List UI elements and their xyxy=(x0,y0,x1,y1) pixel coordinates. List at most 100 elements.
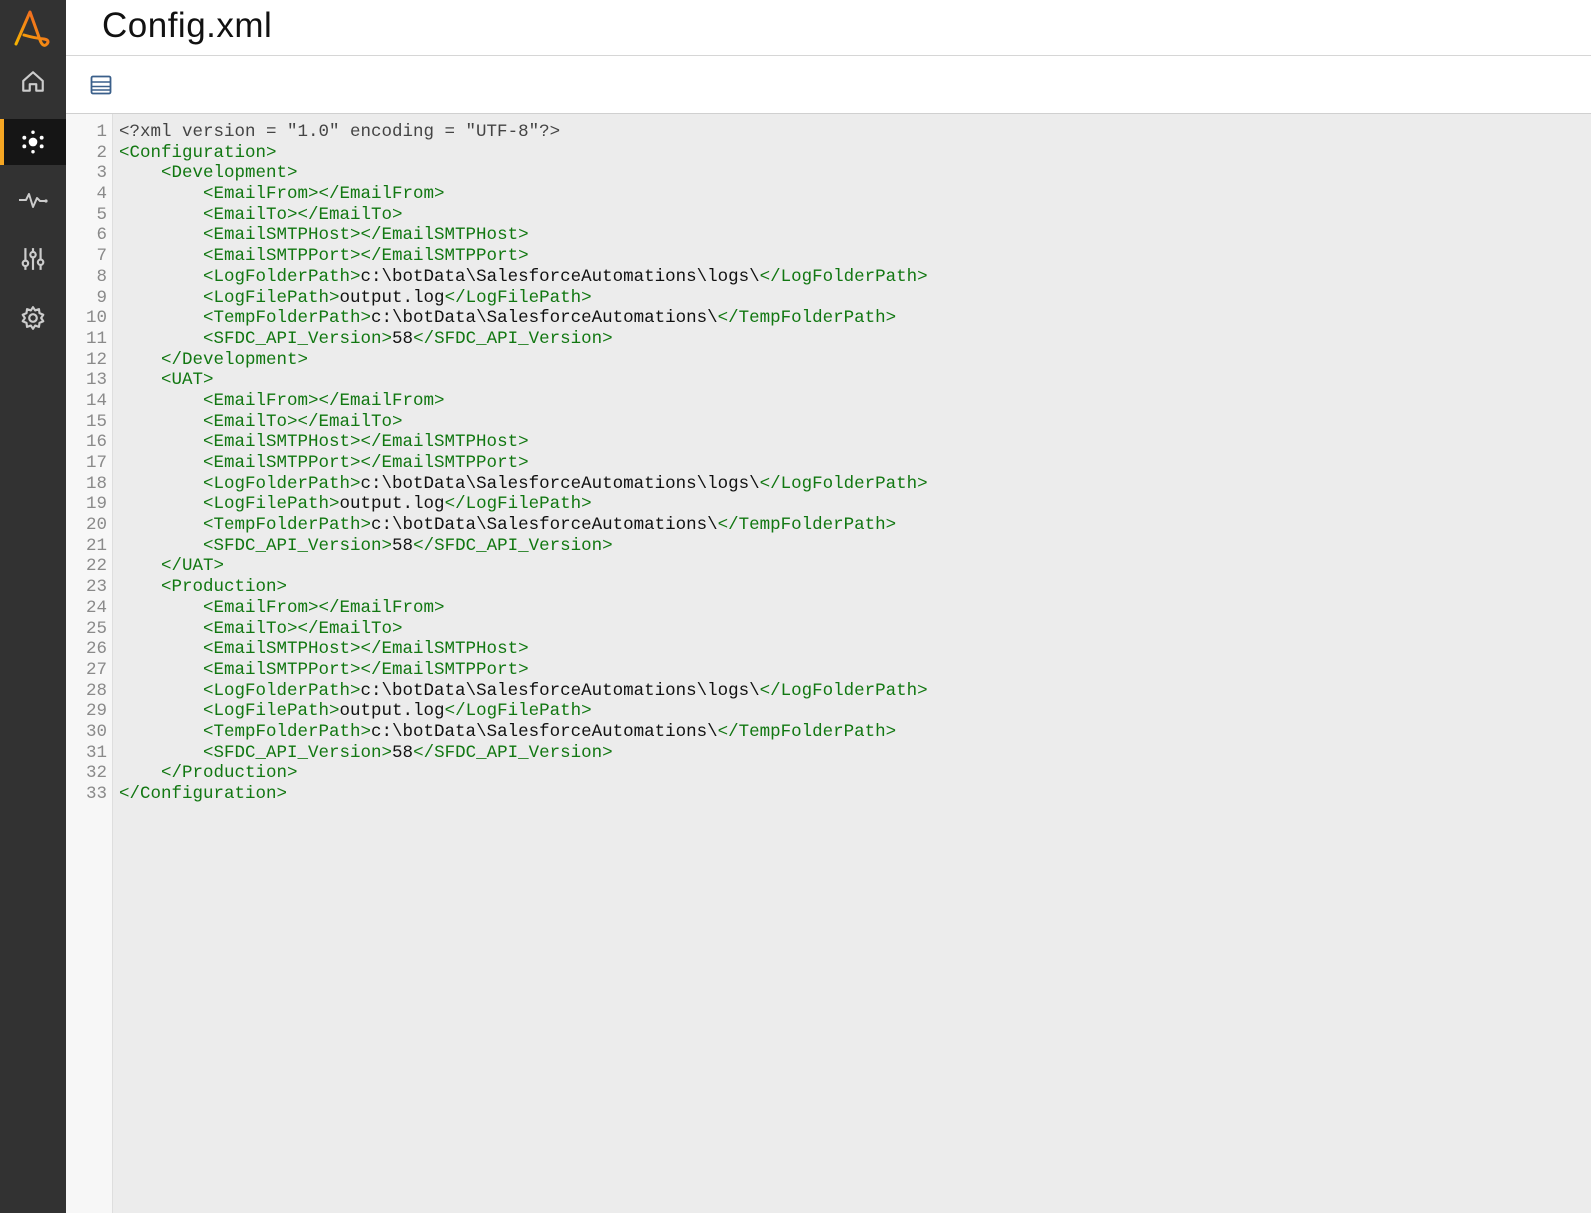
xml-text: c:\botData\SalesforceAutomations\logs\ xyxy=(360,266,760,287)
sliders-icon xyxy=(21,248,45,270)
code-line: 22 </UAT> xyxy=(66,556,928,577)
line-number: 15 xyxy=(85,411,107,432)
code-line: 16 <EmailSMTPHost></EmailSMTPHost> xyxy=(66,432,928,453)
code-line: 3 <Development> xyxy=(66,163,928,184)
code-line: 28 <LogFolderPath> c:\botData\SalesforceA… xyxy=(66,681,928,702)
code-line: 24 <EmailFrom></EmailFrom> xyxy=(66,598,928,619)
xml-text xyxy=(119,184,203,205)
line-number: 31 xyxy=(85,742,107,763)
code-line: 33 </Configuration> xyxy=(66,784,928,805)
code-line: 18 <LogFolderPath> c:\botData\SalesforceA… xyxy=(66,474,928,495)
sidebar-item-activity[interactable] xyxy=(0,177,66,223)
line-number: 6 xyxy=(96,225,107,246)
xml-text xyxy=(119,639,203,660)
line-number: 24 xyxy=(85,597,107,618)
xml-tag: <TempFolderPath> xyxy=(203,515,372,536)
xml-tag: <EmailFrom></EmailFrom> xyxy=(203,597,445,618)
code-line: 14 <EmailFrom></EmailFrom> xyxy=(66,391,928,412)
xml-text xyxy=(119,701,203,722)
line-number: 3 xyxy=(96,163,107,184)
list-view-icon[interactable] xyxy=(90,74,112,96)
xml-text: output.log xyxy=(339,701,445,722)
line-number: 19 xyxy=(85,494,107,515)
xml-tag: <EmailSMTPPort></EmailSMTPPort> xyxy=(203,453,529,473)
sidebar-item-settings[interactable] xyxy=(0,295,66,341)
xml-text xyxy=(119,619,203,640)
xml-tag: <EmailFrom></EmailFrom> xyxy=(203,184,445,205)
xml-tag: <SFDC_API_Version> xyxy=(203,742,393,763)
xml-tag: <EmailSMTPHost></EmailSMTPHost> xyxy=(203,225,529,246)
bot-cluster-icon xyxy=(22,130,44,154)
sidebar-item-bots[interactable] xyxy=(0,119,66,165)
xml-tag: <EmailTo></EmailTo> xyxy=(203,618,403,639)
line-number: 18 xyxy=(85,473,107,494)
xml-tag: <TempFolderPath> xyxy=(203,308,372,329)
line-number: 7 xyxy=(96,246,107,267)
code-line: 15 <EmailTo></EmailTo> xyxy=(66,412,928,433)
code-line: 26 <EmailSMTPHost></EmailSMTPHost> xyxy=(66,639,928,660)
xml-text xyxy=(119,225,203,246)
line-number: 33 xyxy=(85,784,107,804)
xml-text xyxy=(119,267,203,288)
code-line: 8 <LogFolderPath> c:\botData\SalesforceAu… xyxy=(66,266,928,288)
xml-text xyxy=(119,474,203,495)
code-line: 2 <Configuration> xyxy=(66,143,928,164)
xml-tag: </LogFolderPath> xyxy=(759,266,928,287)
xml-tag: </UAT> xyxy=(161,556,225,577)
code-editor[interactable]: 1 <?xml version = "1.0" encoding = "UTF-8… xyxy=(66,114,1591,1213)
code-line: 29 <LogFilePath> output.log </LogFilePath> xyxy=(66,701,928,722)
xml-text xyxy=(119,536,203,557)
xml-tag: <Configuration> xyxy=(119,142,277,163)
xml-text xyxy=(119,577,161,598)
xml-tag: </SFDC_API_Version> xyxy=(413,535,613,556)
code-line: 13 <UAT> xyxy=(66,370,928,391)
xml-text xyxy=(119,391,203,412)
xml-tag: </TempFolderPath> xyxy=(717,515,897,536)
xml-tag: </LogFolderPath> xyxy=(759,680,928,701)
line-number: 32 xyxy=(85,763,107,784)
code-content[interactable]: 1 <?xml version = "1.0" encoding = "UTF-8… xyxy=(66,122,928,805)
line-number: 17 xyxy=(85,453,107,473)
sidebar-item-controls[interactable] xyxy=(0,236,66,282)
line-number: 10 xyxy=(85,308,107,329)
xml-text: 58 xyxy=(392,535,414,556)
line-number: 21 xyxy=(85,535,107,556)
xml-text xyxy=(119,308,203,329)
xml-tag: <TempFolderPath> xyxy=(203,721,372,742)
sidebar-item-home[interactable] xyxy=(0,59,66,105)
xml-text xyxy=(119,681,203,702)
home-icon xyxy=(22,71,44,92)
xml-tag: <LogFolderPath> xyxy=(203,680,361,701)
xml-text xyxy=(119,163,161,184)
xml-declaration: <?xml version = "1.0" encoding = "UTF-8"… xyxy=(119,122,561,142)
pulse-icon xyxy=(19,193,48,208)
xml-text xyxy=(119,743,203,764)
xml-text xyxy=(119,246,203,267)
code-line: 19 <LogFilePath> output.log </LogFilePath> xyxy=(66,494,928,515)
xml-text: c:\botData\SalesforceAutomations\ xyxy=(371,721,718,742)
xml-tag: </Configuration> xyxy=(119,784,288,804)
code-line: 20 <TempFolderPath> c:\botData\Salesforce… xyxy=(66,515,928,536)
xml-tag: <EmailFrom></EmailFrom> xyxy=(203,390,445,411)
line-number: 4 xyxy=(96,184,107,205)
xml-tag: </Development> xyxy=(161,349,309,370)
code-line: 1 <?xml version = "1.0" encoding = "UTF-8… xyxy=(66,122,928,143)
xml-text xyxy=(119,722,203,743)
code-line: 4 <EmailFrom></EmailFrom> xyxy=(66,184,928,205)
page-title: Config.xml xyxy=(102,6,273,45)
xml-tag: <LogFilePath> xyxy=(203,287,340,308)
editor-toolbar xyxy=(66,56,1591,114)
xml-text xyxy=(119,288,203,309)
xml-text xyxy=(119,515,203,536)
code-line: 5 <EmailTo></EmailTo> xyxy=(66,205,928,226)
xml-tag: <EmailTo></EmailTo> xyxy=(203,411,403,432)
sidebar xyxy=(0,0,66,1213)
gear-icon xyxy=(21,306,45,330)
line-number: 8 xyxy=(96,266,107,287)
line-number: 1 xyxy=(96,122,107,142)
code-line: 30 <TempFolderPath> c:\botData\Salesforce… xyxy=(66,722,928,743)
line-number: 9 xyxy=(96,287,107,308)
xml-tag: <LogFolderPath> xyxy=(203,473,361,494)
xml-tag: </LogFilePath> xyxy=(444,287,592,308)
xml-tag: </TempFolderPath> xyxy=(717,721,897,742)
